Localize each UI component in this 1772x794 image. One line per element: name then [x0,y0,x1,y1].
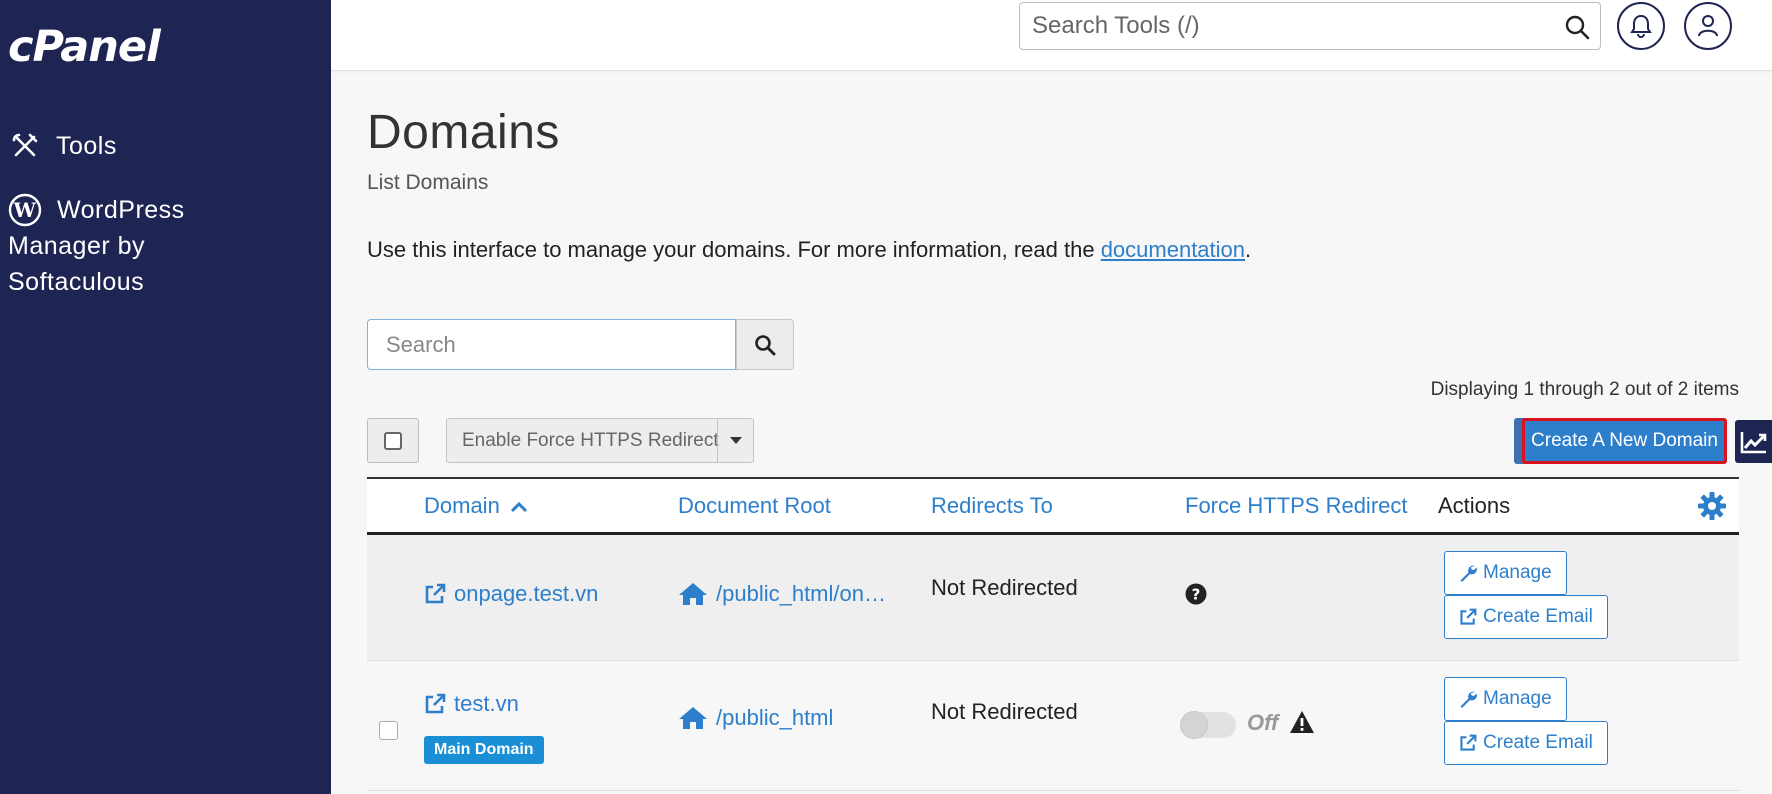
column-domain[interactable]: Domain [424,493,528,519]
search-icon[interactable] [1564,14,1590,40]
notifications-button[interactable] [1617,2,1665,50]
top-header [331,0,1772,71]
table-row: onpage.test.vn /public_html/on… Not Redi… [367,535,1739,661]
tools-icon [8,129,42,163]
domain-link[interactable]: test.vn [424,691,519,717]
domain-search-button[interactable] [736,319,794,370]
main-domain-badge: Main Domain [424,736,544,764]
external-link-icon [425,693,446,714]
manage-label: Manage [1483,688,1552,709]
bell-icon [1630,14,1652,38]
manage-button[interactable]: Manage [1444,677,1567,721]
create-email-label: Create Email [1483,732,1593,753]
force-https-bulk-label: Enable Force HTTPS Redirect [462,429,719,451]
cpanel-logo[interactable]: cPanel [8,22,161,72]
select-all-checkbox[interactable] [367,418,419,463]
table-header: Domain Document Root Redirects To Force … [367,477,1739,535]
redirects-to-value: Not Redirected [931,699,1078,724]
create-email-label: Create Email [1483,606,1593,627]
column-force-https[interactable]: Force HTTPS Redirect [1185,493,1408,519]
page-title: Domains [367,106,560,159]
wrench-icon [1460,691,1477,708]
documentation-link[interactable]: documentation [1101,237,1245,262]
column-domain-label: Domain [424,493,500,518]
sidebar-item-label: Tools [56,132,117,160]
svg-text:?: ? [1192,586,1201,604]
document-root-link[interactable]: /public_html/on… [678,581,886,607]
home-icon [679,583,707,605]
wrench-icon [1460,565,1477,582]
column-document-root[interactable]: Document Root [678,493,831,519]
external-link-icon [425,583,446,604]
force-https-toggle[interactable] [1180,711,1236,739]
home-icon [679,707,707,729]
chevron-up-icon [510,501,527,513]
domain-name: onpage.test.vn [454,581,599,606]
external-link-icon [1460,608,1477,625]
create-email-button[interactable]: Create Email [1444,595,1608,639]
manage-button[interactable]: Manage [1444,551,1567,595]
manage-label: Manage [1483,562,1552,583]
external-link-icon [1460,734,1477,751]
create-new-domain-button[interactable]: Create A New Domain [1522,418,1727,464]
domain-name: test.vn [454,691,519,716]
domain-search-box [367,319,736,370]
search-icon [755,334,776,355]
document-root-path: /public_html/on… [716,581,886,606]
gear-icon[interactable] [1697,491,1727,521]
sidebar-item-label[interactable]: WordPress Manager by Softaculous [8,192,238,300]
create-email-button[interactable]: Create Email [1444,721,1608,765]
sidebar-item-tools[interactable]: Tools [8,128,117,164]
stats-tab[interactable] [1735,420,1772,463]
intro-sentence: Use this interface to manage your domain… [367,237,1101,262]
force-https-bulk-button[interactable]: Enable Force HTTPS Redirect [446,418,754,463]
row-checkbox[interactable] [379,721,398,740]
checkbox-box [384,431,402,450]
warning-icon[interactable] [1289,710,1315,734]
document-root-path: /public_html [716,705,834,730]
user-icon [1698,15,1718,37]
domain-search-input[interactable] [368,320,735,369]
user-menu-button[interactable] [1684,2,1732,50]
toggle-knob [1180,711,1208,739]
intro-end: . [1245,237,1252,262]
redirects-to-value: Not Redirected [931,575,1078,600]
column-redirects-to[interactable]: Redirects To [931,493,1053,519]
pagination-summary: Displaying 1 through 2 out of 2 items [1430,379,1739,400]
tool-search-input[interactable] [1020,3,1540,49]
sidebar: cPanel Tools W WordPress Manager by Soft… [0,0,331,794]
table-row: test.vn Main Domain /public_html Not Red… [367,661,1739,791]
force-https-unknown[interactable]: ? [1185,583,1207,605]
chart-icon [1740,431,1767,453]
force-https-state: Off [1247,710,1279,735]
domains-table: Domain Document Root Redirects To Force … [367,477,1739,791]
domain-link[interactable]: onpage.test.vn [424,581,598,607]
page-subtitle: List Domains [367,171,489,194]
caret-down-icon[interactable] [717,419,753,462]
intro-text: Use this interface to manage your domain… [367,237,1251,263]
question-circle-icon: ? [1185,583,1207,605]
document-root-link[interactable]: /public_html [678,705,833,731]
column-actions: Actions [1438,493,1511,518]
tool-search-box [1019,2,1601,50]
